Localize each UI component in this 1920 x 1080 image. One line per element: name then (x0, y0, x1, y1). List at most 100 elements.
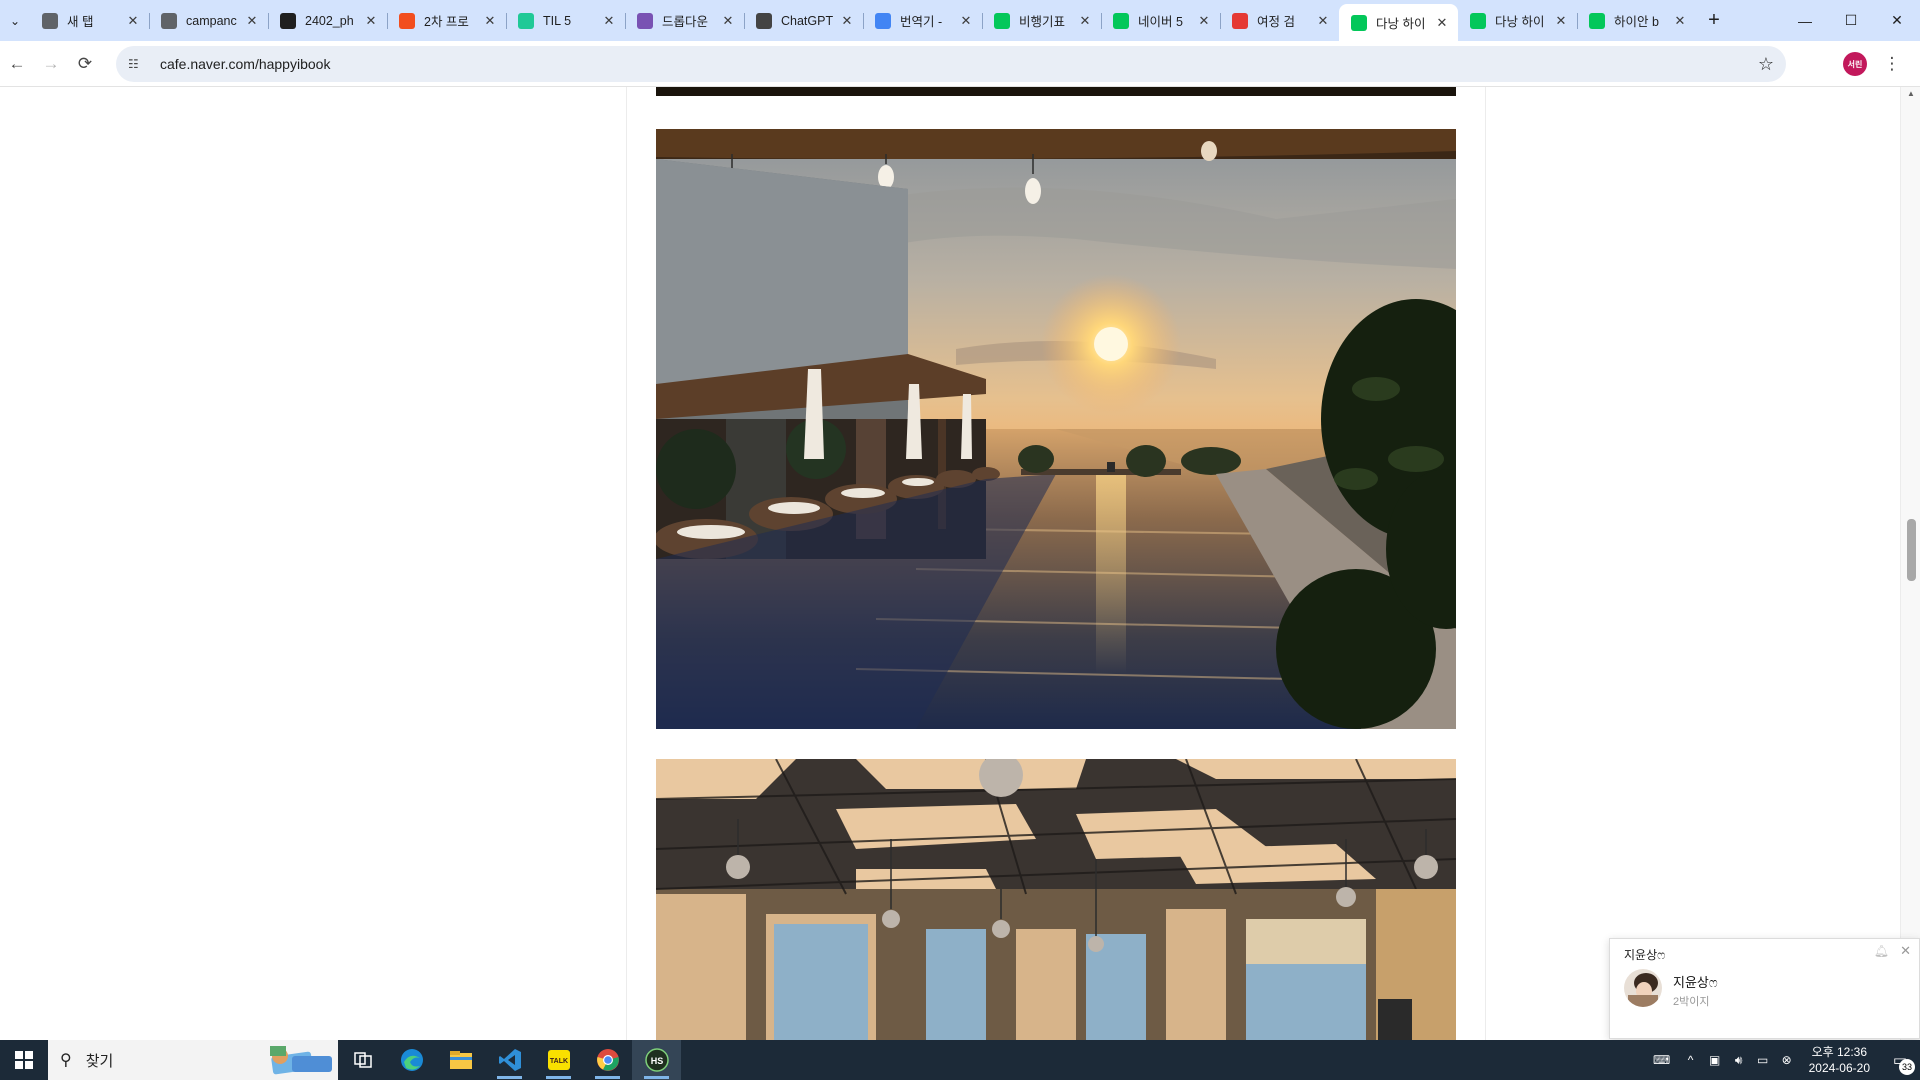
task-view-icon[interactable] (338, 1040, 387, 1080)
scroll-up-arrow-icon[interactable]: ▲ (1905, 89, 1917, 98)
clock-time: 오후 12:36 (1811, 1045, 1868, 1059)
figma-icon (399, 12, 415, 29)
close-icon[interactable]: ✕ (1900, 943, 1911, 959)
clock-date: 2024-06-20 (1808, 1061, 1870, 1075)
tab-title: campanc (186, 13, 237, 28)
notification-count-badge: 33 (1899, 1059, 1915, 1075)
tab-close-icon[interactable]: ✕ (958, 13, 974, 29)
tab-close-icon[interactable]: ✕ (720, 13, 736, 29)
scroll-thumb[interactable] (1907, 519, 1916, 581)
naver-icon (1470, 12, 1486, 29)
browser-tab[interactable]: 2402_ph ✕ (268, 4, 387, 37)
taskbar-clock[interactable]: 오후 12:36 2024-06-20 (1809, 1044, 1870, 1076)
browser-tab[interactable]: 새 탭 ✕ (30, 4, 149, 37)
tab-close-icon[interactable]: ✕ (1672, 13, 1688, 29)
url-text[interactable]: cafe.naver.com/happyibook (160, 56, 1758, 72)
browser-tab[interactable]: ChatGPT ✕ (744, 4, 863, 37)
windows-start-icon[interactable] (0, 1040, 48, 1080)
file-explorer-icon[interactable] (436, 1040, 485, 1080)
reload-icon[interactable]: ⟳ (68, 47, 102, 81)
system-tray: ⌨ ^ ▣ 🔊︎ ▭ ⊗ 오후 12:36 2024-06-20 ▭ 33 (1645, 1040, 1920, 1080)
google-icon (875, 12, 891, 29)
tab-close-icon[interactable]: ✕ (1315, 13, 1331, 29)
tab-title: 번역기 - (900, 15, 943, 29)
naver-flight-icon (1113, 12, 1129, 29)
tab-title: 비행기표 (1019, 15, 1066, 29)
browser-toolbar: ← → ⟳ ☷ cafe.naver.com/happyibook ☆ 서린 ⋮ (0, 41, 1920, 87)
browser-tab[interactable]: campanc ✕ (149, 4, 268, 37)
browser-tab[interactable]: 번역기 - ✕ (863, 4, 982, 37)
tab-close-icon[interactable]: ✕ (125, 13, 141, 29)
browser-tab-strip: ⌄ 새 탭 ✕ campanc ✕ 2402_ph ✕ 2차 프로 ✕ TIL 5 ✕ 드롭다운 ✕ C… (0, 0, 1920, 41)
back-arrow-icon[interactable]: ← (0, 47, 34, 81)
browser-tab[interactable]: 비행기표 ✕ (982, 4, 1101, 37)
tab-close-icon[interactable]: ✕ (363, 13, 379, 29)
browser-tab[interactable]: 다낭 하이 ✕ (1458, 4, 1577, 37)
kebab-menu-icon[interactable]: ⋮ (1878, 50, 1906, 78)
page-scrollbar[interactable]: ▲ (1900, 87, 1920, 1040)
browser-tab[interactable]: 드롭다운 ✕ (625, 4, 744, 37)
tab-title: ChatGPT (781, 13, 834, 28)
tab-close-icon[interactable]: ✕ (244, 13, 260, 29)
new-tab-button[interactable]: + (1696, 2, 1732, 38)
tab-search-chevron-icon[interactable]: ⌄ (0, 0, 30, 41)
tab-title: 여정 검 (1257, 15, 1295, 29)
tab-title: 다낭 하이 (1376, 17, 1426, 31)
tab-close-icon[interactable]: ✕ (839, 13, 855, 29)
tab-close-icon[interactable]: ✕ (1077, 13, 1093, 29)
svg-text:TALK: TALK (549, 1058, 567, 1065)
chrome-icon (42, 12, 58, 29)
tab-close-icon[interactable]: ✕ (1434, 15, 1450, 31)
browser-tab[interactable]: 하이안 b ✕ (1577, 4, 1696, 37)
minimize-icon[interactable]: — (1782, 0, 1828, 41)
maximize-icon[interactable]: ☐ (1828, 0, 1874, 41)
notification-center-icon[interactable]: ▭ 33 (1880, 1040, 1920, 1080)
svg-text:HS: HS (650, 1056, 663, 1066)
naver-icon (994, 12, 1010, 29)
chat-sender-name[interactable]: 지윤상ෆ (1673, 972, 1718, 991)
tab-close-icon[interactable]: ✕ (482, 13, 498, 29)
forward-arrow-icon[interactable]: → (34, 47, 68, 81)
site-info-icon[interactable]: ☷ (128, 57, 148, 71)
avatar (1624, 969, 1662, 1007)
chat-notification-popup[interactable]: 지윤상ෆ 🔔︎ ✕ 지윤상ෆ 2박이지 (1609, 938, 1920, 1039)
tab-close-icon[interactable]: ✕ (601, 13, 617, 29)
browser-tab[interactable]: 2차 프로 ✕ (387, 4, 506, 37)
browser-tab[interactable]: 여정 검 ✕ (1220, 4, 1339, 37)
kakaotalk-icon[interactable]: TALK (534, 1040, 583, 1080)
velog-icon (518, 12, 534, 29)
volume-icon[interactable]: 🔊︎ (1727, 1053, 1751, 1068)
address-bar[interactable]: ☷ cafe.naver.com/happyibook ☆ (116, 46, 1786, 82)
tab-title: 2차 프로 (424, 15, 469, 29)
status-x-icon[interactable]: ⊗ (1775, 1053, 1799, 1067)
close-window-icon[interactable]: ✕ (1874, 0, 1920, 41)
bookmark-star-icon[interactable]: ☆ (1758, 54, 1774, 75)
browser-tab[interactable]: 다낭 하이 ✕ (1339, 4, 1458, 41)
tab-title: 2402_ph (305, 13, 354, 28)
tab-title: 다낭 하이 (1495, 15, 1545, 29)
keyboard-layout-icon[interactable]: ⌨ (1645, 1053, 1679, 1067)
camera-icon[interactable]: ▣ (1703, 1053, 1727, 1067)
vscode-icon[interactable] (485, 1040, 534, 1080)
browser-tab[interactable]: 네이버 5 ✕ (1101, 4, 1220, 37)
network-icon[interactable]: ▭ (1751, 1053, 1775, 1067)
browser-tab[interactable]: TIL 5 ✕ (506, 4, 625, 37)
search-highlight-art-icon (270, 1046, 332, 1075)
chatgpt-icon (756, 12, 772, 29)
bell-icon[interactable]: 🔔︎ (1874, 944, 1889, 958)
hs-app-icon[interactable]: HS (632, 1040, 681, 1080)
taskbar-search-box[interactable]: ⚲ 찾기 (48, 1040, 338, 1080)
tab-close-icon[interactable]: ✕ (1196, 13, 1212, 29)
edge-icon[interactable] (387, 1040, 436, 1080)
windows-taskbar: ⚲ 찾기 TALK HS ⌨ ^ ▣ 🔊︎ ▭ ⊗ 오후 12:36 2024-… (0, 1040, 1920, 1080)
chevron-up-icon[interactable]: ^ (1679, 1053, 1703, 1067)
tab-title: 하이안 b (1614, 15, 1659, 29)
naver-cafe-icon (1351, 14, 1367, 31)
naver-cafe-icon (1589, 12, 1605, 29)
chrome-icon[interactable] (583, 1040, 632, 1080)
search-placeholder: 찾기 (85, 1052, 114, 1070)
chat-message-preview: 2박이지 (1673, 996, 1710, 1008)
tab-close-icon[interactable]: ✕ (1553, 13, 1569, 29)
profile-avatar[interactable]: 서린 (1843, 52, 1867, 76)
photo-infinity-pool-sunset (656, 129, 1456, 729)
